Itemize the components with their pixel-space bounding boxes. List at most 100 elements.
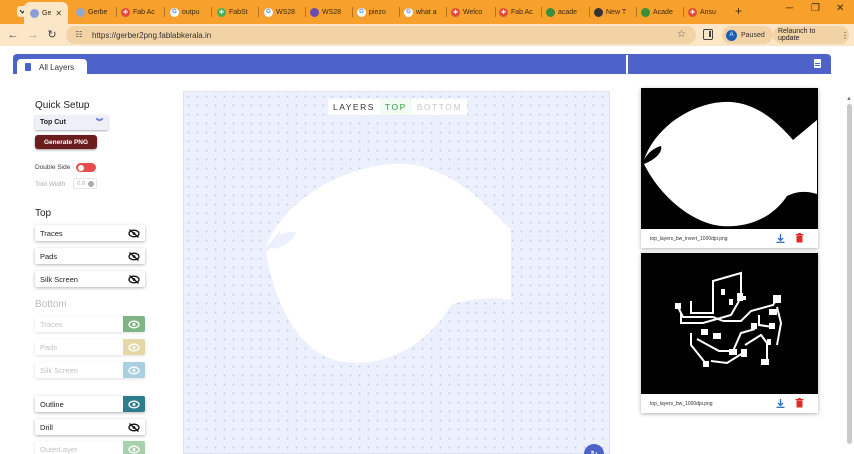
- file-icon[interactable]: [814, 59, 821, 68]
- address-bar[interactable]: ☷ https://gerber2png.fablabkerala.in ☆: [66, 26, 696, 44]
- layer-drill[interactable]: Drill: [35, 419, 145, 435]
- layer-bottom-pads[interactable]: Pads: [35, 339, 145, 355]
- new-tab-icon[interactable]: +: [735, 4, 742, 18]
- tab-title: Ge: [42, 9, 52, 17]
- minimize-icon[interactable]: ─: [786, 3, 793, 14]
- restore-icon[interactable]: ❐: [811, 3, 820, 14]
- tab-title: New T: [606, 8, 627, 16]
- generate-png-button[interactable]: Generate PNG: [35, 135, 97, 149]
- tool-width-input[interactable]: 0.8: [73, 178, 97, 189]
- view-switch: LAYERS TOP BOTTOM: [328, 99, 467, 115]
- browser-tab[interactable]: WS28: [310, 3, 348, 21]
- forward-icon[interactable]: →: [26, 28, 40, 42]
- browser-tab-strip: Ge ✕ Gerbe ✚ Fab Ac G outpu ✚ FabSt G WS…: [0, 0, 854, 24]
- preview-image[interactable]: [641, 88, 818, 229]
- eye-icon[interactable]: [123, 441, 145, 454]
- eye-off-icon[interactable]: [123, 419, 145, 435]
- layer-label: Drill: [40, 422, 53, 432]
- eye-icon[interactable]: [123, 316, 145, 332]
- header-divider: [626, 55, 628, 74]
- browser-tab[interactable]: Gerbe: [76, 3, 114, 21]
- view-bottom-tab[interactable]: BOTTOM: [412, 99, 467, 115]
- browser-tab[interactable]: G piezo: [357, 3, 395, 21]
- browser-tab-active[interactable]: Ge ✕: [24, 2, 68, 24]
- site-info-icon[interactable]: ☷: [74, 30, 84, 40]
- top-section-heading: Top: [35, 208, 52, 219]
- eye-off-icon[interactable]: [123, 271, 145, 287]
- tab-title: Ansu: [700, 8, 716, 16]
- profile-button[interactable]: A Paused: [722, 26, 773, 44]
- layer-outer[interactable]: OuterLayer: [35, 441, 145, 454]
- layer-top-silk-screen[interactable]: Silk Screen: [35, 271, 145, 287]
- browser-tab[interactable]: G outpu: [170, 3, 208, 21]
- download-icon[interactable]: [776, 234, 785, 243]
- layer-label: Pads: [40, 342, 58, 352]
- eye-off-icon[interactable]: [123, 248, 145, 264]
- double-side-label: Double Side: [35, 164, 71, 171]
- eye-icon[interactable]: [123, 362, 145, 378]
- tab-separator: [446, 7, 447, 17]
- tab-favicon-icon: ✚: [688, 7, 697, 17]
- browser-tab[interactable]: G what a: [404, 3, 442, 21]
- eye-icon[interactable]: [123, 396, 145, 412]
- layer-top-pads[interactable]: Pads: [35, 248, 145, 264]
- relaunch-button[interactable]: Relaunch to update ⋮: [773, 26, 849, 44]
- tab-close-icon[interactable]: ✕: [55, 9, 62, 18]
- view-layers-tab[interactable]: LAYERS: [328, 99, 380, 115]
- more-menu-icon[interactable]: ⋮: [841, 31, 849, 40]
- eye-off-icon[interactable]: [123, 225, 145, 241]
- browser-tab[interactable]: ✚ Fab Ac: [121, 3, 161, 21]
- tab-separator: [495, 7, 496, 17]
- scrollbar-thumb[interactable]: [847, 104, 852, 444]
- browser-tab[interactable]: ✚ Welco: [451, 3, 493, 21]
- delete-icon[interactable]: [795, 233, 804, 243]
- tab-title: WS28: [322, 8, 342, 16]
- clear-icon[interactable]: [88, 181, 94, 187]
- layer-outline[interactable]: Outline: [35, 396, 145, 412]
- pcb-canvas[interactable]: [183, 91, 610, 454]
- tab-title: Gerbe: [88, 8, 108, 16]
- tool-width-value: 0.8: [77, 180, 86, 187]
- back-icon[interactable]: ←: [6, 28, 20, 42]
- bookmark-star-icon[interactable]: ☆: [677, 29, 686, 40]
- tab-title: Fab Ac: [511, 8, 533, 16]
- layer-label: Silk Screen: [40, 365, 78, 375]
- tab-all-layers[interactable]: All Layers: [17, 59, 87, 75]
- layer-bottom-silk-screen[interactable]: Silk Screen: [35, 362, 145, 378]
- layer-bottom-traces[interactable]: Traces: [35, 316, 145, 332]
- preset-select[interactable]: Top Cut ︾: [35, 115, 108, 130]
- view-top-tab[interactable]: TOP: [379, 99, 412, 115]
- tab-title: acade: [558, 8, 578, 16]
- double-side-toggle[interactable]: [76, 163, 96, 172]
- browser-tab[interactable]: ✚ Fab Ac: [499, 3, 539, 21]
- browser-tab[interactable]: acade: [546, 3, 586, 21]
- relaunch-label: Relaunch to update: [778, 28, 816, 42]
- tab-separator: [116, 7, 117, 17]
- layer-top-traces[interactable]: Traces: [35, 225, 145, 241]
- delete-icon[interactable]: [795, 398, 804, 408]
- side-panel-icon[interactable]: [703, 29, 713, 40]
- quick-setup-heading: Quick Setup: [35, 100, 90, 111]
- close-window-icon[interactable]: ✕: [836, 3, 844, 14]
- browser-tab[interactable]: New T: [594, 3, 634, 21]
- tab-favicon-icon: ✚: [451, 7, 460, 17]
- tab-separator: [589, 7, 590, 17]
- tab-separator: [683, 7, 684, 17]
- google-icon: G: [357, 7, 366, 17]
- download-icon[interactable]: [776, 399, 785, 408]
- tab-title: Fab Ac: [133, 8, 155, 16]
- chevron-down-icon: ︾: [96, 119, 103, 126]
- avatar: A: [726, 29, 737, 41]
- tab-title: WS28: [276, 8, 296, 16]
- browser-tab[interactable]: G WS28: [264, 3, 302, 21]
- browser-tab[interactable]: ✚ Ansu: [688, 3, 728, 21]
- browser-tab[interactable]: Acade: [641, 3, 681, 21]
- browser-tab[interactable]: ✚ FabSt: [217, 3, 255, 21]
- scroll-up-icon[interactable]: ▲: [846, 96, 852, 102]
- tab-separator: [541, 7, 542, 17]
- eye-icon[interactable]: [123, 339, 145, 355]
- reload-icon[interactable]: ↻: [45, 28, 59, 42]
- preview-image[interactable]: [641, 253, 818, 394]
- tool-width-label: Tool Width: [35, 181, 66, 188]
- preview-card: top_layers_bw_invert_1000dpi.png: [641, 88, 818, 248]
